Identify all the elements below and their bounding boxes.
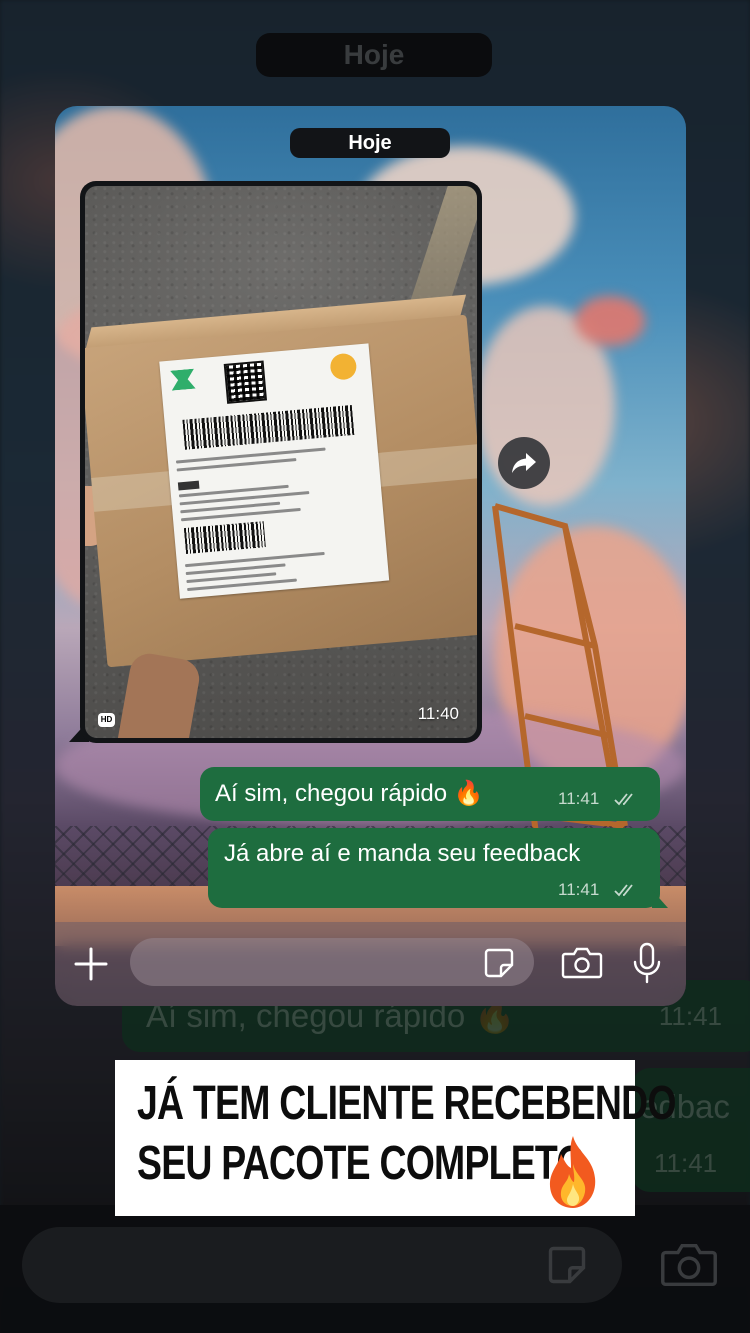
caption-line-1: JÁ TEM CLIENTE RECEBENDO [137, 1077, 677, 1130]
carrier-logo [170, 369, 196, 391]
microphone-icon[interactable] [631, 942, 663, 984]
sticker-icon[interactable] [483, 947, 515, 979]
wallpaper-cloud [575, 296, 645, 346]
message-composer [55, 922, 686, 1006]
message-timestamp: 11:41 [558, 880, 600, 899]
message-text-content: Aí sim, chegou rápido [215, 780, 448, 807]
recipient-tag [177, 480, 200, 491]
outgoing-message[interactable]: Aí sim, chegou rápido 🔥 11:41 [200, 767, 660, 821]
cardboard-box [85, 294, 477, 687]
fire-emoji: 🔥 [453, 780, 484, 807]
message-input[interactable] [130, 938, 534, 986]
message-text: Aí sim, chegou rápido 🔥 [215, 779, 484, 808]
message-text: Já abre aí e manda seu feedback [224, 840, 581, 867]
shipping-label [159, 343, 390, 599]
message-timestamp: 11:41 [558, 789, 600, 808]
read-receipt-icon [614, 793, 633, 806]
postal-barcode [183, 521, 266, 555]
label-text-line [184, 551, 325, 568]
package-photo[interactable]: HD 11:40 [85, 186, 477, 738]
hd-badge: HD [98, 713, 115, 727]
caption-line-2: SEU PACOTE COMPLETO [137, 1137, 585, 1190]
outgoing-message[interactable]: Já abre aí e manda seu feedback 11:41 [208, 828, 660, 908]
media-message[interactable]: HD 11:40 [80, 181, 482, 743]
read-receipt-icon [614, 884, 633, 897]
forward-icon [512, 453, 536, 473]
forward-button[interactable] [498, 437, 550, 489]
tracking-barcode [182, 405, 355, 450]
qr-code [223, 360, 268, 404]
fire-emoji-icon [549, 1136, 596, 1208]
headline-caption: JÁ TEM CLIENTE RECEBENDO SEU PACOTE COMP… [115, 1060, 677, 1216]
brand-logo [329, 352, 358, 381]
media-timestamp: 11:40 [417, 704, 459, 723]
camera-icon[interactable] [561, 946, 603, 980]
date-separator: Hoje [290, 128, 450, 158]
plus-icon[interactable] [73, 946, 109, 982]
chat-screenshot-card: Hoje HD 11:40 Aí sim, chegou rápido 🔥 11… [55, 106, 686, 1006]
